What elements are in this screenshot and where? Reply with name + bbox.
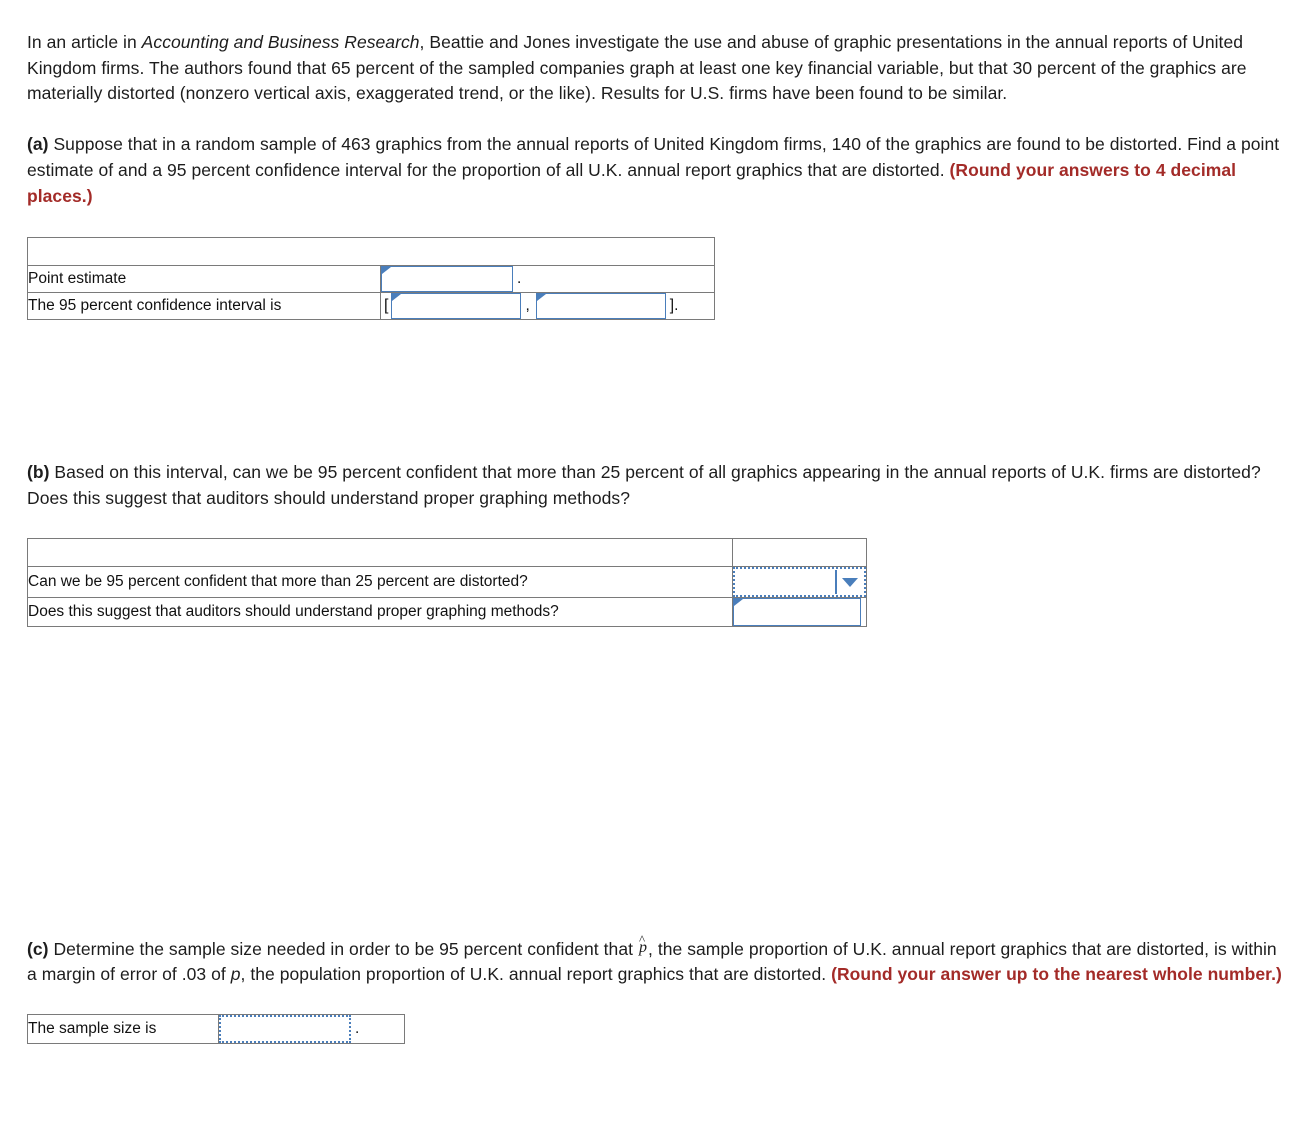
part-c-text-1: Determine the sample size needed in orde… [48, 938, 638, 959]
part-c-paragraph: (c) Determine the sample size needed in … [27, 933, 1282, 988]
point-estimate-input[interactable] [381, 266, 513, 293]
intro-paragraph: In an article in Accounting and Business… [27, 30, 1282, 107]
question-1-row: Can we be 95 percent confident that more… [26, 565, 867, 598]
part-c-text-3: , the population proportion of U.K. annu… [240, 964, 832, 985]
hat-accent: ^ [638, 931, 646, 947]
question-2-answer-cell [732, 596, 867, 627]
question-page: In an article in Accounting and Business… [0, 0, 1312, 1148]
ci-upper-input[interactable] [535, 293, 666, 320]
sample-size-period: . [355, 1020, 360, 1038]
sample-size-input[interactable] [219, 1015, 351, 1044]
part-a-paragraph: (a) Suppose that in a random sample of 4… [27, 132, 1282, 209]
dropdown-divider [835, 569, 837, 594]
confidence-interval-row: The 95 percent confidence interval is [,… [27, 292, 715, 321]
ci-open-bracket: [ [384, 297, 389, 315]
point-estimate-period: . [517, 270, 522, 288]
chevron-down-icon [842, 577, 858, 587]
part-c-answer-table: The sample size is . [27, 1014, 405, 1045]
table-header-row [26, 537, 867, 567]
ci-lower-input[interactable] [391, 293, 522, 320]
part-b-text: Based on this interval, can we be 95 per… [27, 462, 1261, 509]
dropdown-selected-value [735, 569, 864, 577]
table-header-cell-right [732, 537, 867, 567]
point-estimate-cell: . [380, 265, 715, 294]
question-2-label: Does this suggest that auditors should u… [26, 596, 734, 627]
part-b-answer-table: Can we be 95 percent confident that more… [26, 537, 867, 627]
part-c-marker: (c) [27, 938, 49, 959]
intro-text-start: In an article in [27, 32, 142, 52]
question-1-label: Can we be 95 percent confident that more… [26, 565, 734, 598]
question-1-answer-cell [732, 565, 867, 598]
sample-size-answer-cell: . [218, 1014, 405, 1045]
confidence-interval-cell: [,]. [380, 292, 715, 321]
question-2-row: Does this suggest that auditors should u… [26, 596, 867, 627]
part-b-marker: (b) [27, 462, 50, 483]
table-header-cell-left [26, 537, 734, 567]
sample-size-row: The sample size is . [27, 1014, 405, 1045]
point-estimate-label: Point estimate [27, 265, 381, 294]
table-header-cell [27, 237, 715, 267]
sample-size-label: The sample size is [27, 1014, 219, 1045]
part-c-rounding-note: (Round your answer up to the nearest who… [831, 964, 1282, 985]
auditors-answer-input[interactable] [733, 597, 862, 626]
point-estimate-row: Point estimate . [27, 265, 715, 294]
ci-comma: , [525, 297, 530, 315]
part-a-answer-table: Point estimate . The 95 percent confiden… [27, 237, 715, 321]
table-header-row [27, 237, 715, 267]
p-hat-symbol: ^ p [638, 933, 648, 956]
journal-title: Accounting and Business Research [141, 32, 420, 52]
part-b-paragraph: (b) Based on this interval, can we be 95… [27, 460, 1282, 511]
part-a-marker: (a) [27, 134, 49, 155]
confidence-interval-label: The 95 percent confidence interval is [27, 292, 381, 321]
confidence-dropdown[interactable] [733, 566, 866, 597]
population-p-symbol: p [230, 964, 241, 985]
ci-close-bracket: ]. [669, 297, 679, 315]
